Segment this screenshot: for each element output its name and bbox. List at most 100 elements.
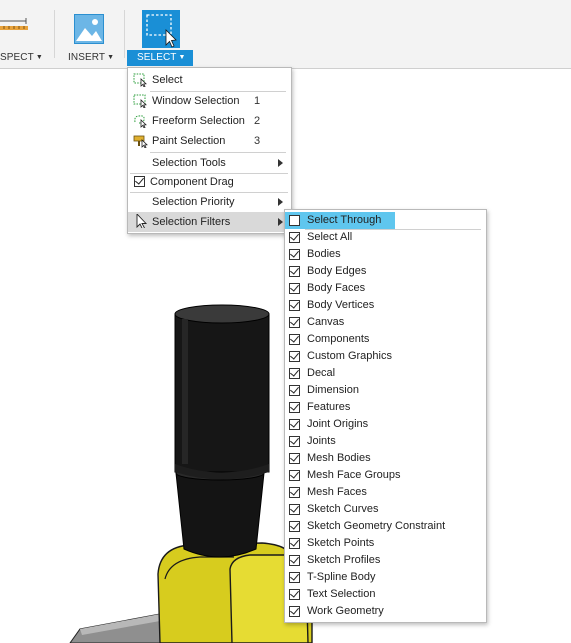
filter-checkbox[interactable] <box>289 266 300 277</box>
filter-checkbox[interactable] <box>289 555 300 566</box>
menu-item-freeform-selection[interactable]: Freeform Selection 2 <box>128 111 291 131</box>
filter-checkbox[interactable] <box>289 470 300 481</box>
filter-checkbox[interactable] <box>289 572 300 583</box>
filter-item-sketch-points[interactable]: Sketch Points <box>285 535 485 552</box>
insert-image-icon <box>74 14 104 44</box>
filter-item-sketch-curves[interactable]: Sketch Curves <box>285 501 485 518</box>
filter-item-body-edges[interactable]: Body Edges <box>285 263 485 280</box>
filter-label: Dimension <box>307 384 359 396</box>
filter-item-joints[interactable]: Joints <box>285 433 485 450</box>
filter-checkbox[interactable] <box>289 504 300 515</box>
filter-label: Mesh Faces <box>307 486 367 498</box>
filter-item-sketch-geometry-constraint[interactable]: Sketch Geometry Constraint <box>285 518 485 535</box>
filter-item-mesh-face-groups[interactable]: Mesh Face Groups <box>285 467 485 484</box>
menu-item-paint-selection[interactable]: Paint Selection 3 <box>128 131 291 151</box>
filter-label: Components <box>307 333 370 345</box>
toolbar: SPECT ▼ INSERT ▼ SELECT ▼ <box>0 0 571 69</box>
toolbar-separator <box>54 10 55 58</box>
filter-checkbox[interactable] <box>289 436 300 447</box>
submenu-arrow-icon <box>278 159 283 167</box>
filter-checkbox[interactable] <box>289 368 300 379</box>
filter-checkbox[interactable] <box>289 351 300 362</box>
filter-item-canvas[interactable]: Canvas <box>285 314 485 331</box>
select-dropdown-menu: Select Window Selection 1 Freeform Selec… <box>127 67 292 234</box>
filter-item-t-spline-body[interactable]: T-Spline Body <box>285 569 485 586</box>
filter-checkbox[interactable] <box>289 589 300 600</box>
filter-label: Sketch Geometry Constraint <box>307 520 446 532</box>
filter-label: Features <box>307 401 351 413</box>
filter-checkbox[interactable] <box>289 538 300 549</box>
filter-label: Text Selection <box>307 588 376 600</box>
component-drag-checkbox[interactable] <box>134 176 145 187</box>
shortcut-key: 2 <box>254 115 261 127</box>
insert-group[interactable]: INSERT ▼ <box>60 0 120 68</box>
filter-checkbox[interactable] <box>289 334 300 345</box>
menu-item-selection-tools[interactable]: Selection Tools <box>128 153 291 173</box>
inspect-group[interactable]: SPECT ▼ <box>0 0 48 68</box>
inspect-menu-label[interactable]: SPECT ▼ <box>0 52 43 63</box>
filter-item-features[interactable]: Features <box>285 399 485 416</box>
menu-item-label: Selection Tools <box>152 157 226 169</box>
menu-item-window-selection[interactable]: Window Selection 1 <box>128 91 291 111</box>
menu-item-label: Selection Filters <box>152 216 231 228</box>
filter-item-decal[interactable]: Decal <box>285 365 485 382</box>
selection-filters-submenu: Select Through Select All Bodies Body Edges… <box>284 209 487 623</box>
filter-label: Work Geometry <box>307 605 384 617</box>
filter-checkbox[interactable] <box>289 521 300 532</box>
filter-item-mesh-bodies[interactable]: Mesh Bodies <box>285 450 485 467</box>
menu-item-label: Selection Priority <box>152 196 235 208</box>
filter-item-body-faces[interactable]: Body Faces <box>285 280 485 297</box>
filter-checkbox[interactable] <box>289 215 300 226</box>
menu-item-label: Select <box>152 74 183 86</box>
filter-label: T-Spline Body <box>307 571 376 583</box>
filter-checkbox[interactable] <box>289 232 300 243</box>
filter-item-text-selection[interactable]: Text Selection <box>285 586 485 603</box>
filter-checkbox[interactable] <box>289 385 300 396</box>
filter-checkbox[interactable] <box>289 317 300 328</box>
filter-item-custom-graphics[interactable]: Custom Graphics <box>285 348 485 365</box>
filter-label: Sketch Curves <box>307 503 379 515</box>
filter-checkbox[interactable] <box>289 402 300 413</box>
filter-label: Joint Origins <box>307 418 369 430</box>
filter-checkbox[interactable] <box>289 300 300 311</box>
insert-menu-label[interactable]: INSERT ▼ <box>68 52 114 63</box>
filter-item-body-vertices[interactable]: Body Vertices <box>285 297 485 314</box>
menu-item-component-drag[interactable]: Component Drag <box>128 172 291 192</box>
filter-item-dimension[interactable]: Dimension <box>285 382 485 399</box>
menu-item-select[interactable]: Select <box>128 70 291 90</box>
filter-label: Sketch Profiles <box>307 554 381 566</box>
filter-label: Mesh Bodies <box>307 452 371 464</box>
filter-label: Body Faces <box>307 282 366 294</box>
filter-item-bodies[interactable]: Bodies <box>285 246 485 263</box>
filter-label: Select All <box>307 231 353 243</box>
filter-item-mesh-faces[interactable]: Mesh Faces <box>285 484 485 501</box>
shortcut-key: 3 <box>254 135 261 147</box>
filter-checkbox[interactable] <box>289 606 300 617</box>
select-menu-label[interactable]: SELECT ▼ <box>137 52 186 63</box>
window-selection-icon <box>133 94 147 108</box>
filter-checkbox[interactable] <box>289 487 300 498</box>
menu-item-selection-filters[interactable]: Selection Filters <box>128 212 291 232</box>
filter-checkbox[interactable] <box>289 419 300 430</box>
filter-item-work-geometry[interactable]: Work Geometry <box>285 603 485 620</box>
filter-checkbox[interactable] <box>289 283 300 294</box>
filter-label: Custom Graphics <box>307 350 392 362</box>
menu-item-label: Freeform Selection <box>152 115 245 127</box>
filter-item-components[interactable]: Components <box>285 331 485 348</box>
menu-item-selection-priority[interactable]: Selection Priority <box>128 192 291 212</box>
filter-label: Body Vertices <box>307 299 375 311</box>
filter-checkbox[interactable] <box>289 249 300 260</box>
filter-item-joint-origins[interactable]: Joint Origins <box>285 416 485 433</box>
menu-item-label: Component Drag <box>150 176 234 188</box>
menu-item-label: Paint Selection <box>152 135 226 147</box>
freeform-selection-icon <box>134 115 147 128</box>
shortcut-key: 1 <box>254 95 261 107</box>
filter-label: Body Edges <box>307 265 367 277</box>
filter-item-select-all[interactable]: Select All <box>285 229 485 246</box>
filter-item-sketch-profiles[interactable]: Sketch Profiles <box>285 552 485 569</box>
submenu-arrow-icon <box>278 198 283 206</box>
filter-item-select-through[interactable]: Select Through <box>285 212 395 229</box>
filter-label: Sketch Points <box>307 537 375 549</box>
filter-checkbox[interactable] <box>289 453 300 464</box>
filter-label: Canvas <box>307 316 345 328</box>
